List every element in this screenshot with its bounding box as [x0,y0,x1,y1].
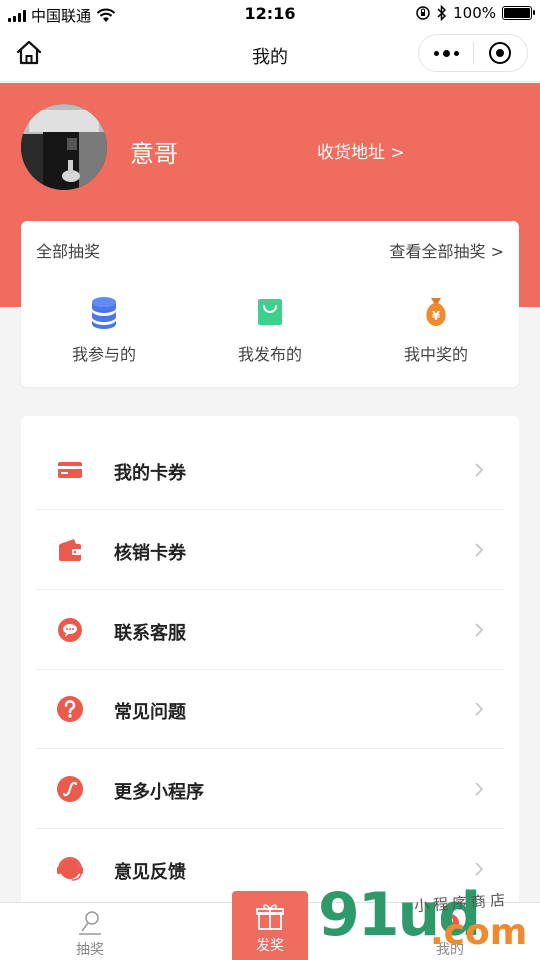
tab-label: 发奖 [256,938,284,954]
chevron-right-icon [475,543,484,557]
menu-item-label: 常见问题 [114,702,186,723]
orientation-lock-icon [416,6,430,20]
more-icon[interactable] [419,35,473,71]
menu-item-my-coupons[interactable]: 我的卡券 [36,430,504,510]
menu-item-label: 联系客服 [114,623,186,644]
avatar-image [21,104,107,190]
menu-item-redeem-coupons[interactable]: 核销卡券 [36,510,504,590]
battery-percent: 100% [453,4,496,22]
capsule-menu [418,34,528,72]
gift-icon [256,904,284,930]
status-right: 100% [415,4,535,22]
chevron-right-icon [475,862,484,876]
menu-item-more-mini-programs[interactable]: 更多小程序 [36,749,504,829]
lottery-joined[interactable]: 我参与的 [39,295,169,365]
bluetooth-icon [437,5,447,21]
tab-label: 我的 [436,942,464,958]
tab-mine[interactable]: ? 我的 [360,903,540,960]
headset-icon [57,857,83,881]
lottery-published[interactable]: 我发布的 [205,295,335,365]
database-stack-icon [92,297,116,329]
lottery-item-label: 我发布的 [237,345,302,364]
menu-item-label: 我的卡券 [114,463,186,484]
chevron-right-icon [475,463,484,477]
lottery-title: 全部抽奖 [36,242,101,261]
tab-lottery[interactable]: 抽奖 [0,903,180,960]
address-link[interactable]: 收货地址 > [317,138,405,163]
chevron-right-icon [475,782,484,796]
svg-text:?: ? [446,917,454,932]
card-icon [58,462,82,478]
wallet-icon [59,539,81,561]
menu-item-label: 更多小程序 [114,782,204,803]
lottery-item-label: 我中奖的 [403,345,468,364]
menu-item-customer-service[interactable]: 联系客服 [36,590,504,670]
menu-item-faq[interactable]: 常见问题 [36,669,504,749]
lottery-card: 全部抽奖 查看全部抽奖 > 我参与的 我发布的 ¥ 我中奖的 [21,221,519,387]
nav-bar: 我的 [0,28,540,82]
tab-award[interactable]: 发奖 [232,891,308,960]
close-mini-program-icon[interactable] [474,35,527,71]
shopping-bag-icon [258,299,282,325]
money-bag-icon: ¥ [426,298,446,326]
chevron-right-icon [475,623,484,637]
view-all-lottery-link[interactable]: 查看全部抽奖 > [390,238,505,262]
chat-bubble-icon [58,618,82,642]
question-icon [57,696,83,722]
menu-card: 我的卡券 核销卡券 联系客服 常见问题 更多小程序 意见反馈 [21,416,519,916]
chevron-right-icon [475,702,484,716]
user-icon: ? [441,914,459,932]
status-bar: 中国联通 12:16 100% [0,0,540,28]
battery-fill [504,8,530,18]
svg-text:¥: ¥ [432,309,441,323]
menu-item-label: 核销卡券 [114,543,186,564]
lottery-item-label: 我参与的 [71,345,136,364]
link-icon [57,776,83,802]
lottery-won[interactable]: ¥ 我中奖的 [371,295,501,365]
avatar[interactable] [21,104,107,190]
username: 意哥 [130,140,178,168]
battery-icon [502,6,535,20]
tab-label: 抽奖 [76,942,104,958]
menu-item-label: 意见反馈 [114,862,186,883]
lottery-icon [79,911,101,935]
